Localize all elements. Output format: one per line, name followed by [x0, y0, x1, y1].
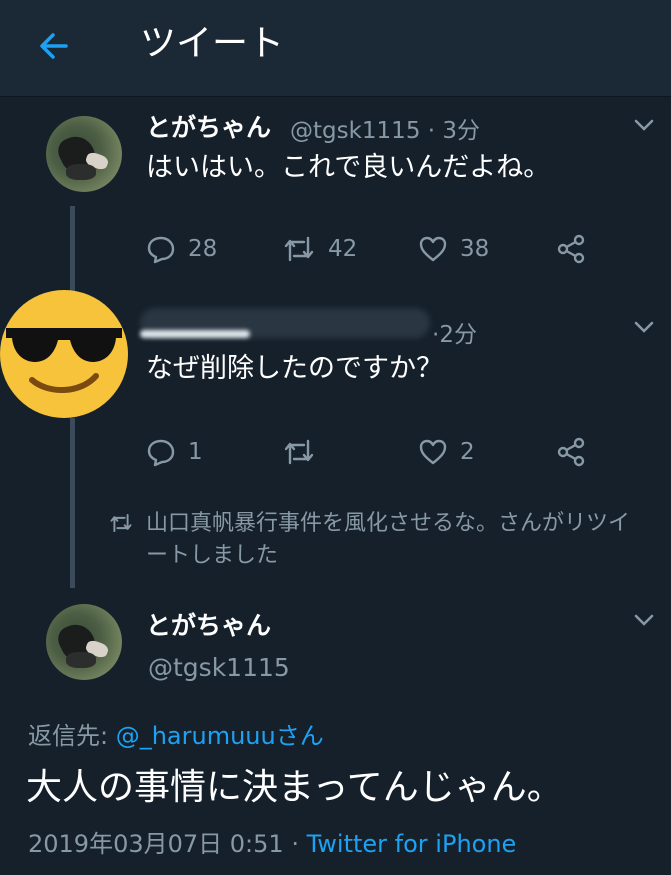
- tweet-time: ·2分: [432, 322, 477, 348]
- chevron-down-icon[interactable]: [634, 320, 654, 334]
- thread-connector-line: [70, 206, 75, 296]
- retweet-icon: [284, 236, 314, 262]
- arrow-left-icon: [40, 33, 68, 59]
- tweet-author-name[interactable]: とがちゃん: [146, 606, 271, 642]
- page-title: ツイート: [140, 23, 285, 64]
- tweet-metadata: 2019年03月07日 0:51 · Twitter for iPhone: [28, 830, 517, 858]
- retweet-button[interactable]: 42: [282, 234, 357, 264]
- avatar[interactable]: [46, 116, 122, 192]
- retweet-icon: [110, 513, 132, 533]
- reply-to-line: 返信先: @_harumuuuさん: [28, 716, 324, 751]
- main-tweet-text: 大人の事情に決まってんじゃん。: [26, 767, 563, 808]
- reply-to-link[interactable]: @_harumuuuさん: [116, 722, 324, 750]
- tweet-text: はいはい。これで良いんだよね。: [146, 152, 551, 183]
- reply-button[interactable]: 1: [146, 437, 203, 467]
- like-button[interactable]: 38: [418, 234, 489, 264]
- reply-icon: [147, 439, 175, 467]
- reply-to-label: 返信先:: [28, 722, 116, 750]
- redacted-user-name-fragment: [140, 330, 250, 338]
- heart-icon: [419, 439, 447, 465]
- tweet-text: なぜ削除したのですか？: [146, 353, 443, 384]
- reply-count: 1: [188, 439, 203, 465]
- like-count: 38: [460, 236, 490, 262]
- retweet-button[interactable]: [282, 437, 316, 467]
- chevron-down-icon[interactable]: [634, 118, 654, 132]
- retweet-icon: [284, 439, 314, 465]
- top-bar: ツイート: [0, 0, 671, 97]
- like-count: 2: [460, 439, 475, 465]
- reply-count: 28: [188, 236, 218, 262]
- avatar[interactable]: [46, 604, 122, 680]
- share-button[interactable]: [556, 234, 586, 264]
- chevron-down-icon[interactable]: [634, 613, 654, 627]
- share-icon: [557, 437, 585, 467]
- tweet-source-link[interactable]: Twitter for iPhone: [307, 830, 517, 858]
- retweet-count: 42: [328, 236, 358, 262]
- tweet-timestamp: 2019年03月07日 0:51: [28, 830, 284, 858]
- reply-icon: [147, 236, 175, 264]
- share-button[interactable]: [556, 437, 586, 467]
- sunglasses-emoji-avatar[interactable]: [0, 288, 130, 420]
- tweet-author-handle[interactable]: @tgsk1115: [148, 653, 290, 682]
- heart-icon: [419, 236, 447, 262]
- back-button[interactable]: [34, 26, 74, 66]
- thread-connector-line: [70, 418, 75, 588]
- reply-button[interactable]: 28: [146, 234, 217, 264]
- like-button[interactable]: 2: [418, 437, 475, 467]
- share-icon: [557, 234, 585, 264]
- retweet-notice: 山口真帆暴行事件を風化させるな。さんがリツイートしました: [146, 511, 631, 568]
- tweet-author-name[interactable]: とがちゃん: [146, 108, 271, 144]
- tweet-author-handle: @tgsk1115 · 3分: [290, 118, 481, 144]
